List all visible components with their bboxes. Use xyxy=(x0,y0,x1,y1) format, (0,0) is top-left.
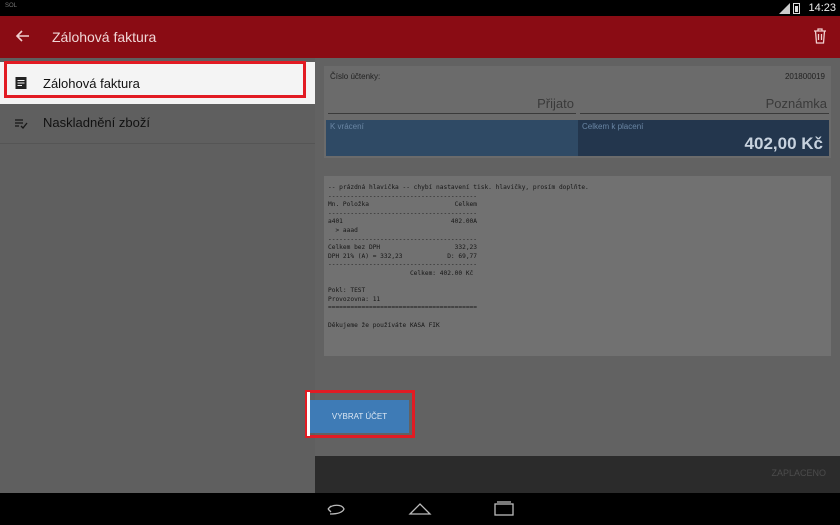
receipt-line: Mn. Položka Celkem xyxy=(328,201,478,209)
sidebar-item-naskladneni-zbozi[interactable]: Naskladnění zboží xyxy=(0,102,315,144)
nav-recents-icon[interactable] xyxy=(492,499,516,519)
sidebar: Zálohová faktura Naskladnění zboží xyxy=(0,58,315,493)
paid-button[interactable]: ZAPLACENO xyxy=(771,468,826,478)
total-value: 402,00 Kč xyxy=(744,134,823,153)
total-block: Celkem k placení 402,00 Kč xyxy=(578,120,829,156)
sidebar-item-label: Naskladnění zboží xyxy=(43,115,150,130)
receipt-preview: -- prázdná hlavička -- chybí nastavení t… xyxy=(324,176,831,356)
receipt-line: Celkem: 402.00 Kč xyxy=(328,269,474,277)
receipt-line: -- prázdná hlavička -- chybí nastavení t… xyxy=(328,184,589,191)
checklist-icon xyxy=(15,118,28,129)
app-bar: Zálohová faktura xyxy=(0,16,840,58)
content-area: Zálohová faktura Naskladnění zboží Číslo… xyxy=(0,58,840,493)
highlight-box xyxy=(4,61,306,98)
receipt-line: ======================================== xyxy=(328,304,478,312)
receipt-line: Děkujeme že používáte KASA FIK xyxy=(328,321,440,329)
change-label: K vrácení xyxy=(330,122,364,131)
receipt-line xyxy=(328,279,827,288)
receipt-summary-card: Číslo účtenky: 201800019 Přijato Poznámk… xyxy=(324,66,831,158)
battery-icon xyxy=(793,2,800,14)
select-account-button[interactable]: VYBRAT ÚČET xyxy=(310,400,409,433)
system-nav-bar xyxy=(0,493,840,525)
signal-icon xyxy=(779,2,790,14)
receipt-line: > aaad xyxy=(328,226,358,234)
receipt-line: ---------------------------------------- xyxy=(328,192,478,200)
total-label: Celkem k placení xyxy=(582,122,644,131)
receipt-line: Pokl: TEST xyxy=(328,287,366,295)
status-icons xyxy=(779,2,800,14)
receipt-line: Celkem bez DPH 332,23 xyxy=(328,244,478,252)
received-field[interactable]: Přijato xyxy=(328,94,576,114)
trash-icon[interactable] xyxy=(812,27,828,45)
bottom-action-bar: ZAPLACENO xyxy=(315,456,840,493)
receipt-number: 201800019 xyxy=(784,72,825,81)
change-block: K vrácení xyxy=(326,120,578,156)
receipt-line: ---------------------------------------- xyxy=(328,209,478,217)
receipt-line: ---------------------------------------- xyxy=(328,235,478,243)
status-bar: SOL 14:23 xyxy=(0,0,840,16)
carrier-label: SOL xyxy=(5,3,18,9)
receipt-line: a401 402.00A xyxy=(328,218,478,226)
note-field[interactable]: Poznámka xyxy=(580,94,829,114)
receipt-line: DPH 21% (A) = 332,23 D: 69,77 xyxy=(328,252,478,260)
status-time: 14:23 xyxy=(808,2,836,14)
back-arrow-icon[interactable] xyxy=(14,27,32,45)
receipt-line xyxy=(328,313,827,322)
receipt-line: ---------------------------------------- xyxy=(328,261,478,269)
nav-back-icon[interactable] xyxy=(324,499,348,519)
nav-home-icon[interactable] xyxy=(408,499,432,519)
receipt-number-label: Číslo účtenky: xyxy=(330,72,381,81)
receipt-line: Provozovna: 11 xyxy=(328,295,381,303)
page-title: Zálohová faktura xyxy=(52,29,157,45)
